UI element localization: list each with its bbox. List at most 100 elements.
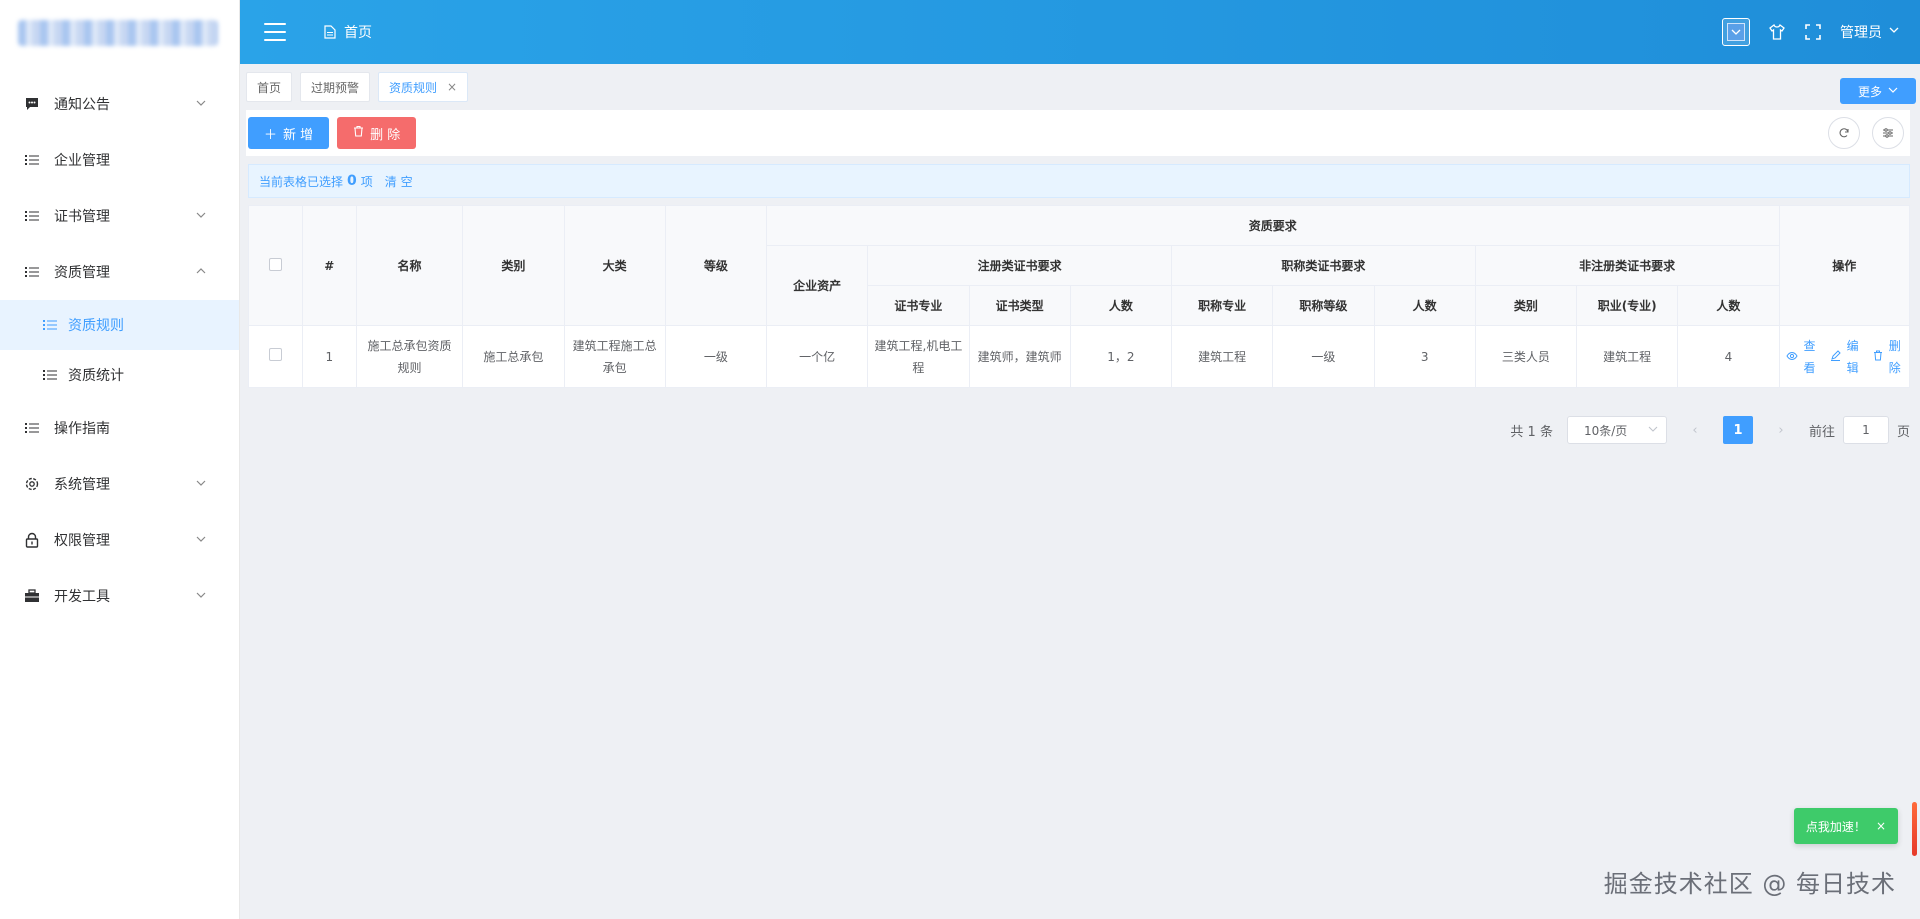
tab-home[interactable]: 首页 <box>246 72 293 102</box>
user-menu[interactable]: 管理员 <box>1840 22 1900 42</box>
refresh-icon[interactable] <box>1828 117 1860 149</box>
sidebar-item-devtools[interactable]: 开发工具 <box>0 568 239 624</box>
document-icon <box>324 25 336 39</box>
breadcrumb[interactable]: 首页 <box>324 22 372 42</box>
breadcrumb-label: 首页 <box>344 25 372 41</box>
column-header: 职称专业 <box>1171 285 1274 326</box>
sidebar: 通知公告 企业管理 证书管理 资质管理 资质规则 资质统计 操作指南 系统管理 … <box>0 0 240 919</box>
add-button-label: 新 增 <box>283 127 314 143</box>
sidebar-item-qualification[interactable]: 资质管理 <box>0 244 239 300</box>
view-label: 查看 <box>1803 338 1816 375</box>
shirt-icon[interactable] <box>1768 23 1786 41</box>
sidebar-item-label: 系统管理 <box>54 477 110 493</box>
gear-icon <box>24 476 40 492</box>
data-table: # 名称 类别 大类 等级 资质要求 操作 企业资产 注册类证书要求 职称类证书… <box>248 205 1911 388</box>
sidebar-item-label: 通知公告 <box>54 97 110 113</box>
prev-page-button[interactable]: ‹ <box>1681 416 1709 444</box>
page-jumper: 前往 页 <box>1809 416 1910 444</box>
chevron-down-icon <box>195 589 209 603</box>
table-cell: 建筑师，建筑师 <box>968 325 1071 388</box>
column-header: 类别 <box>462 205 565 326</box>
table-cell: 建筑工程施工总承包 <box>563 325 666 388</box>
column-group-header: 非注册类证书要求 <box>1474 245 1780 286</box>
trash-icon <box>353 125 364 141</box>
page-size-select[interactable]: 10条/页 <box>1566 416 1667 444</box>
tab-label: 首页 <box>257 80 282 95</box>
sidebar-item-permission[interactable]: 权限管理 <box>0 512 239 568</box>
side-handle[interactable] <box>1912 802 1917 856</box>
delete-button-label: 删 除 <box>370 127 401 143</box>
chevron-down-icon <box>1727 23 1745 41</box>
list-icon <box>24 208 40 224</box>
column-header: 大类 <box>563 205 666 326</box>
selection-suffix: 项 <box>360 174 373 189</box>
sidebar-item-label: 权限管理 <box>54 533 110 549</box>
sidebar-item-enterprise[interactable]: 企业管理 <box>0 132 239 188</box>
column-header: 人数 <box>1069 285 1173 326</box>
sidebar-menu: 通知公告 企业管理 证书管理 资质管理 资质规则 资质统计 操作指南 系统管理 … <box>0 76 239 624</box>
close-icon[interactable]: × <box>447 80 457 94</box>
sidebar-subitem-qual-stats[interactable]: 资质统计 <box>0 350 239 400</box>
table-cell: 施工总承包资质规则 <box>355 325 464 388</box>
column-header: # <box>301 205 357 326</box>
sidebar-subitem-qual-rules[interactable]: 资质规则 <box>0 300 239 350</box>
select-all-checkbox[interactable] <box>268 257 282 271</box>
column-group-header: 职称类证书要求 <box>1171 245 1476 286</box>
chevron-down-icon <box>195 533 209 547</box>
delete-button[interactable]: 删 除 <box>337 117 417 149</box>
edit-icon <box>1830 346 1841 368</box>
sidebar-item-certificate[interactable]: 证书管理 <box>0 188 239 244</box>
selection-count: 0 <box>347 173 357 189</box>
table-cell: 施工总承包 <box>462 325 565 388</box>
table-cell: 一级 <box>664 325 768 388</box>
table-cell: 建筑工程,机电工程 <box>867 325 970 388</box>
page-number-button[interactable]: 1 <box>1722 416 1753 444</box>
header-actions: 管理员 <box>1722 18 1900 46</box>
table-toolbar: ＋ 新 增 删 除 <box>246 110 1910 156</box>
briefcase-icon <box>24 588 40 604</box>
sidebar-item-guide[interactable]: 操作指南 <box>0 400 239 456</box>
view-button[interactable]: 查看 <box>1785 335 1818 379</box>
speedup-toast[interactable]: 点我加速！ × <box>1793 808 1898 844</box>
sidebar-item-label: 企业管理 <box>54 153 110 169</box>
logo-image <box>18 20 218 46</box>
column-settings-icon[interactable] <box>1872 117 1904 149</box>
chevron-down-icon <box>195 477 209 491</box>
sidebar-item-notice[interactable]: 通知公告 <box>0 76 239 132</box>
table-cell: 一个亿 <box>766 325 869 388</box>
list-icon <box>24 264 40 280</box>
row-select-cell <box>248 325 303 388</box>
list-icon <box>24 420 40 436</box>
trash-icon <box>1873 346 1883 368</box>
list-icon <box>24 152 40 168</box>
column-header: 企业资产 <box>766 245 869 326</box>
tab-expiry-warning[interactable]: 过期预警 <box>300 72 371 102</box>
toolbar-right <box>1828 117 1904 149</box>
edit-button[interactable]: 编辑 <box>1830 335 1861 379</box>
row-delete-button[interactable]: 删除 <box>1873 335 1903 379</box>
message-icon <box>24 96 40 112</box>
more-button[interactable]: 更多 <box>1840 78 1916 104</box>
user-name: 管理员 <box>1840 25 1882 41</box>
add-button[interactable]: ＋ 新 增 <box>248 117 330 149</box>
column-header: 证书类型 <box>968 285 1071 326</box>
goto-suffix: 页 <box>1896 424 1910 440</box>
goto-page-input[interactable] <box>1842 416 1889 444</box>
fullscreen-icon[interactable] <box>1804 23 1822 41</box>
clear-selection-link[interactable]: 清 空 <box>385 173 413 190</box>
table-cell: 建筑工程 <box>1576 325 1679 388</box>
chevron-down-icon <box>1888 24 1900 40</box>
next-page-button[interactable]: › <box>1767 416 1795 444</box>
sidebar-item-system[interactable]: 系统管理 <box>0 456 239 512</box>
column-header: 类别 <box>1474 285 1578 326</box>
tab-qual-rules[interactable]: 资质规则 × <box>378 72 469 102</box>
close-icon[interactable]: × <box>1876 819 1886 833</box>
toast-label: 点我加速！ <box>1805 819 1866 834</box>
layout-select-button[interactable] <box>1722 18 1750 46</box>
logo <box>0 0 239 64</box>
row-checkbox[interactable] <box>268 347 282 361</box>
more-label: 更多 <box>1857 84 1882 99</box>
column-header: 证书专业 <box>867 285 970 326</box>
menu-toggle-icon[interactable] <box>264 23 286 41</box>
column-header: 职称等级 <box>1272 285 1375 326</box>
